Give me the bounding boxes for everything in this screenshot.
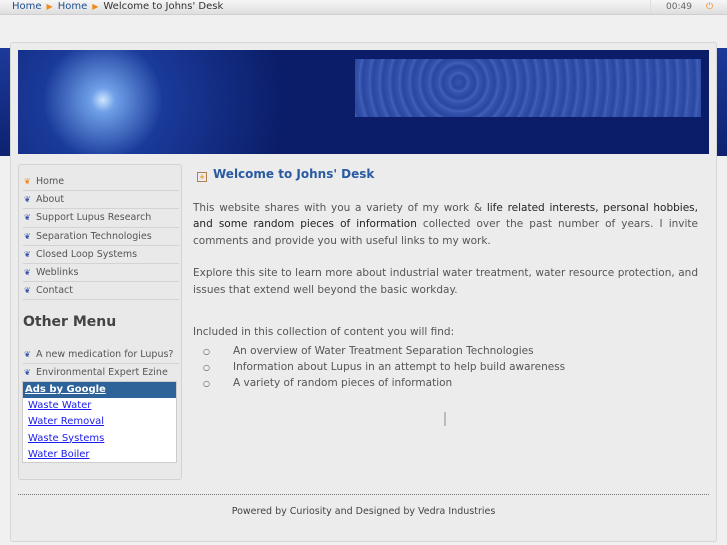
bullet-icon: ❦: [24, 267, 31, 277]
content-list: ○ An overview of Water Treatment Separati…: [193, 344, 698, 391]
clock: 00:49 ⏻: [650, 0, 713, 14]
nav-label: Closed Loop Systems: [36, 248, 138, 260]
header-banner: [18, 50, 709, 154]
article-icon: +: [197, 172, 207, 182]
footer-divider: [18, 494, 709, 495]
breadcrumb-current: Welcome to Johns' Desk: [103, 1, 224, 12]
intro-paragraph: This website shares with you a variety o…: [193, 200, 698, 249]
bullet-icon: ❦: [24, 195, 31, 205]
water-drops-image: [355, 59, 701, 117]
top-bar: Home ▶ Home ▶ Welcome to Johns' Desk 00:49 ⏻: [0, 0, 727, 15]
list-item: ○ A variety of random pieces of informati…: [193, 376, 698, 392]
footer-text: Powered by Curiosity and Designed by Ved…: [231, 506, 496, 517]
arrow-right-icon: ▶: [46, 2, 53, 11]
list-text: A variety of random pieces of informatio…: [233, 376, 453, 389]
breadcrumb-home[interactable]: Home: [12, 1, 42, 12]
circle-bullet-icon: ○: [203, 363, 210, 373]
text: This website shares with you a variety o…: [193, 202, 487, 214]
google-ads: Ads by Google Waste Water Water Removal …: [22, 381, 177, 463]
power-icon[interactable]: ⏻: [706, 0, 713, 14]
nav-label: Contact: [36, 285, 73, 297]
nav-label: About: [36, 194, 65, 206]
nav-label: Environmental Expert Ezine: [36, 367, 168, 379]
explore-paragraph: Explore this site to learn more about in…: [193, 267, 698, 296]
clock-time: 00:49: [666, 2, 692, 12]
nav-label: Support Lupus Research: [36, 212, 152, 224]
page-title: + Welcome to Johns' Desk: [193, 164, 698, 184]
bullet-icon: ❦: [24, 249, 31, 259]
nav-item-home[interactable]: ❦ Home: [23, 173, 179, 192]
list-item: ○ Information about Lupus in an attempt t…: [193, 360, 698, 376]
nav-label: Home: [36, 176, 65, 187]
ad-link[interactable]: Waste Water: [28, 398, 176, 414]
bullet-icon: ❦: [24, 368, 31, 378]
list-text: Information about Lupus in an attempt to…: [233, 361, 566, 374]
breadcrumb: Home ▶ Home ▶ Welcome to Johns' Desk: [12, 0, 223, 14]
other-item-ezine[interactable]: ❦ Environmental Expert Ezine: [23, 364, 179, 382]
breadcrumb-home-2[interactable]: Home: [58, 1, 88, 12]
nav-label: Separation Technologies: [36, 230, 152, 242]
circle-bullet-icon: ○: [203, 347, 210, 357]
ad-link[interactable]: Water Removal: [28, 414, 176, 430]
nav-label: Weblinks: [36, 266, 79, 278]
included-paragraph: Included in this collection of content y…: [193, 326, 455, 339]
other-menu: ❦ A new medication for Lupus? ❦ Environmen…: [23, 346, 179, 382]
main-nav: ❦ Home ❦ About ❦ Support Lupus Research ❦ Se…: [23, 173, 179, 301]
bullet-icon: ❦: [24, 350, 31, 359]
main-content: + Welcome to Johns' Desk This website sha…: [193, 164, 698, 391]
bullet-icon: ❦: [24, 177, 31, 186]
nav-item-separation[interactable]: ❦ Separation Technologies: [23, 228, 179, 246]
list-text: An overview of Water Treatment Separatio…: [233, 345, 534, 358]
ad-link[interactable]: Water Boiler: [28, 447, 176, 463]
other-item-lupus-medication[interactable]: ❦ A new medication for Lupus?: [23, 346, 179, 365]
other-menu-title: Other Menu: [23, 314, 117, 330]
bullet-icon: ❦: [24, 286, 31, 296]
ad-link[interactable]: Waste Systems: [28, 431, 176, 447]
nav-item-support-lupus[interactable]: ❦ Support Lupus Research: [23, 209, 179, 228]
bullet-icon: ❦: [24, 213, 31, 223]
nav-item-contact[interactable]: ❦ Contact: [23, 282, 179, 301]
bullet-icon: ❦: [24, 231, 31, 241]
sidebar: ❦ Home ❦ About ❦ Support Lupus Research ❦ Se…: [18, 164, 182, 480]
nav-item-about[interactable]: ❦ About: [23, 191, 179, 210]
nav-item-closed-loop[interactable]: ❦ Closed Loop Systems: [23, 246, 179, 264]
nav-item-weblinks[interactable]: ❦ Weblinks: [23, 264, 179, 283]
title-text: Welcome to Johns' Desk: [213, 167, 375, 181]
text-cursor: [444, 412, 446, 426]
nav-label: A new medication for Lupus?: [36, 349, 174, 360]
circle-bullet-icon: ○: [203, 378, 210, 388]
ads-title[interactable]: Ads by Google: [23, 382, 176, 398]
arrow-right-icon: ▶: [92, 2, 99, 11]
list-item: ○ An overview of Water Treatment Separati…: [193, 344, 698, 360]
